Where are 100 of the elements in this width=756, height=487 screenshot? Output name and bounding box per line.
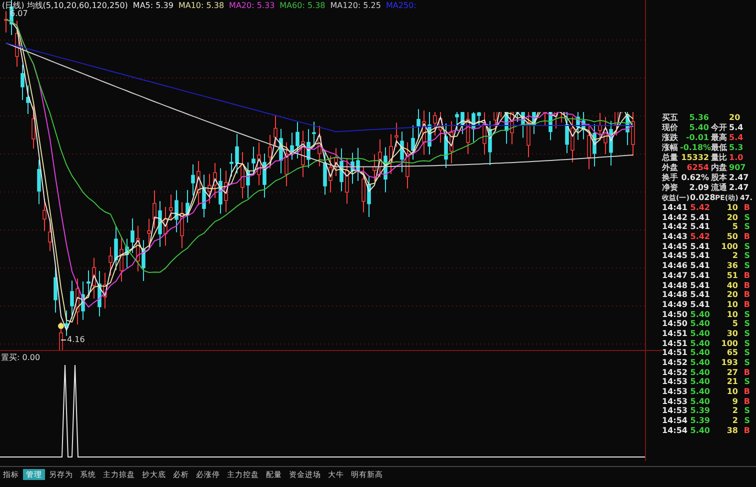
trade-volume: 51 (726, 270, 738, 280)
quote-value: 2.09 (688, 183, 710, 193)
trade-time: 14:42 (662, 222, 688, 232)
trade-time: 14:53 (662, 406, 688, 416)
trade-time: 14:50 (662, 319, 688, 329)
quote-value: 5.4 (729, 133, 744, 143)
moving-average-value: MA20: 5.33 (229, 0, 275, 11)
trade-price: 5.39 (689, 416, 710, 426)
trade-price: 5.41 (689, 212, 710, 222)
trade-side: S (743, 328, 750, 339)
trade-volume: 2 (731, 406, 738, 416)
trade-price: 5.40 (689, 396, 710, 406)
trade-time: 14:54 (662, 416, 688, 426)
trade-volume: 5 (731, 222, 738, 232)
trade-side: S (743, 358, 750, 368)
trade-time: 14:53 (662, 387, 688, 397)
trade-volume: 40 (726, 280, 738, 290)
quote-label: 量比 (711, 153, 728, 163)
moving-average-value: MA5: 5.39 (132, 0, 174, 11)
trade-side: B (742, 396, 750, 406)
trade-time: 14:42 (662, 212, 688, 222)
trade-time: 14:54 (662, 426, 688, 436)
trade-volume: 2 (731, 251, 738, 262)
trade-volume: 20 (726, 290, 738, 300)
trade-side: B (742, 203, 750, 213)
trade-price: 5.41 (689, 290, 710, 300)
trade-price: 5.40 (689, 377, 710, 388)
quote-label: 内盘 (711, 163, 728, 173)
quote-label: 流通 (711, 183, 728, 193)
trade-side: S (743, 222, 750, 232)
trade-side: B (742, 387, 750, 397)
quote-label: 总量 (662, 153, 679, 163)
trade-volume: 10 (726, 300, 738, 310)
trade-side: B (742, 290, 750, 300)
trade-volume: 10 (726, 310, 738, 320)
trade-volume: 36 (726, 261, 738, 271)
trade-side: S (743, 242, 750, 252)
trade-side: S (743, 348, 750, 358)
trade-side: S (743, 406, 750, 416)
quote-value: 907 (729, 163, 746, 173)
trade-time: 14:49 (662, 300, 688, 310)
trade-volume: 20 (726, 212, 738, 222)
quote-value: 0.62% (680, 173, 710, 183)
quote-value: 0.028 (690, 193, 715, 203)
quote-label: 最低 (711, 143, 728, 153)
trade-volume: 100 (720, 338, 738, 348)
trade-price: 5.41 (689, 242, 710, 252)
trade-time: 14:52 (662, 358, 688, 368)
trade-time: 14:51 (662, 348, 688, 358)
trade-side: S (743, 416, 750, 426)
trade-side: S (743, 319, 750, 329)
trade-volume: 9 (731, 396, 738, 406)
trade-price: 5.40 (689, 426, 710, 436)
quote-value: -0.01 (684, 133, 710, 143)
trade-price: 5.42 (689, 232, 710, 242)
quote-value: 1.0 (729, 153, 744, 163)
trade-time: 14:41 (662, 203, 688, 213)
quote-label: 净资 (662, 183, 679, 193)
trade-price: 5.40 (689, 338, 710, 348)
moving-average-value: MA250: (386, 0, 416, 11)
quote-label: 股本 (711, 173, 728, 183)
trade-side: S (743, 212, 750, 222)
quote-value: -0.18% (680, 143, 711, 153)
trade-time: 14:45 (662, 242, 688, 252)
quote-label: 外盘 (662, 163, 679, 173)
moving-average-value: MA120: 5.25 (330, 0, 381, 11)
quote-value: 5.40 (688, 123, 710, 133)
trade-price: 5.39 (689, 406, 710, 416)
trade-volume: 38 (726, 426, 738, 436)
trade-price: 5.41 (689, 280, 710, 290)
quote-value: 2.47 (729, 173, 749, 183)
trade-volume: 30 (726, 328, 738, 339)
trade-side: B (742, 280, 750, 290)
trade-price: 5.41 (689, 270, 710, 280)
trade-time: 14:46 (662, 261, 688, 271)
quote-label: 最高 (711, 133, 728, 143)
trade-time: 14:53 (662, 377, 688, 388)
quote-label: 换手 (662, 173, 679, 183)
trade-volume: 50 (726, 232, 738, 242)
quote-value: 5.4 (729, 123, 744, 133)
trade-side: B (742, 270, 750, 280)
trade-price: 5.41 (689, 222, 710, 232)
trade-volume: 193 (720, 358, 738, 368)
trade-volume: 5 (731, 319, 738, 329)
trade-side: S (743, 251, 750, 262)
trade-time: 14:48 (662, 280, 688, 290)
trade-price: 5.40 (689, 387, 710, 397)
trade-time: 14:47 (662, 270, 688, 280)
quote-label: 今开 (711, 123, 728, 133)
trade-price: 5.40 (689, 319, 710, 329)
trade-price: 5.40 (689, 348, 710, 358)
quote-value: 5.36 (688, 113, 710, 123)
trade-side: B (742, 300, 750, 310)
trade-time: 14:52 (662, 368, 688, 378)
quote-value: 6254 (686, 163, 710, 173)
trade-price: 5.42 (689, 203, 710, 213)
trade-price: 5.40 (689, 358, 710, 368)
low-price-label: 4.16 (67, 335, 85, 344)
trade-time: 14:51 (662, 338, 688, 348)
trade-price: 5.40 (689, 328, 710, 339)
